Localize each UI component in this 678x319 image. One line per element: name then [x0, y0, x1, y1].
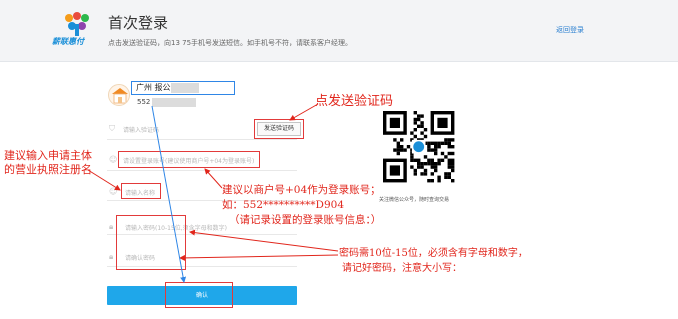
annotation-account-line2: 如：552**********D904: [222, 199, 345, 211]
password-arrow-1: [189, 229, 339, 252]
login-page: 薪联惠付 首次登录 点击发送验证码，向13 75手机号发送短信。如手机号不符，请…: [0, 0, 678, 319]
annotation-send-code: 点发送验证码: [315, 94, 394, 109]
annotation-name-line2: 的营业执照注册名: [4, 163, 92, 176]
send-code-arrow: [289, 103, 319, 121]
annotation-password-line2: 请记好密码，注意大小写：: [342, 263, 462, 274]
annotation-account-line1: 建议以商户号+04作为登录账号；: [222, 184, 381, 196]
merchant-id-arrow: [151, 105, 187, 283]
account-arrow: [204, 168, 223, 189]
annotation-arrows: [87, 103, 339, 283]
password-arrow-2: [179, 254, 339, 261]
annotation-password-line1: 密码需10位-15位，必须含有字母和数字，: [339, 248, 528, 259]
name-arrow: [87, 169, 121, 191]
annotation-account-line3: （请记录设置的登录账号信息：）: [229, 214, 382, 226]
